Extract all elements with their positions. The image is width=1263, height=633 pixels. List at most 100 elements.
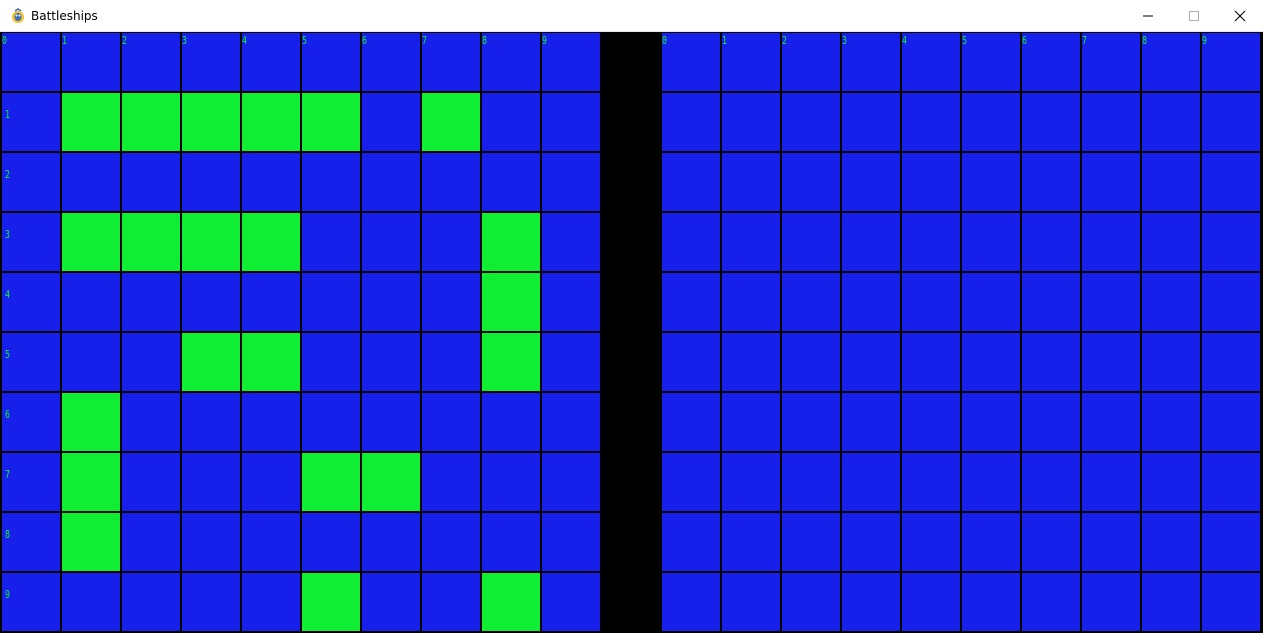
water-cell[interactable] bbox=[662, 273, 720, 331]
water-cell[interactable] bbox=[1142, 33, 1200, 91]
water-cell[interactable] bbox=[782, 453, 840, 511]
water-cell[interactable] bbox=[962, 273, 1020, 331]
water-cell[interactable] bbox=[962, 93, 1020, 151]
water-cell[interactable] bbox=[962, 33, 1020, 91]
water-cell[interactable] bbox=[1142, 393, 1200, 451]
water-cell[interactable] bbox=[1082, 273, 1140, 331]
water-cell[interactable] bbox=[662, 153, 720, 211]
water-cell[interactable] bbox=[962, 213, 1020, 271]
water-cell[interactable] bbox=[1082, 33, 1140, 91]
water-cell[interactable] bbox=[1082, 213, 1140, 271]
water-cell[interactable] bbox=[722, 33, 780, 91]
water-cell[interactable] bbox=[782, 573, 840, 631]
water-cell[interactable] bbox=[1202, 273, 1260, 331]
maximize-button[interactable] bbox=[1171, 0, 1217, 32]
water-cell[interactable] bbox=[842, 153, 900, 211]
water-cell[interactable] bbox=[662, 33, 720, 91]
water-cell[interactable] bbox=[722, 573, 780, 631]
water-cell[interactable] bbox=[842, 573, 900, 631]
water-cell[interactable] bbox=[1022, 93, 1080, 151]
water-cell[interactable] bbox=[1202, 513, 1260, 571]
water-cell[interactable] bbox=[722, 213, 780, 271]
water-cell[interactable] bbox=[1022, 273, 1080, 331]
water-cell[interactable] bbox=[902, 333, 960, 391]
water-cell[interactable] bbox=[1022, 213, 1080, 271]
water-cell[interactable] bbox=[1202, 213, 1260, 271]
water-cell[interactable] bbox=[782, 33, 840, 91]
water-cell[interactable] bbox=[842, 93, 900, 151]
water-cell[interactable] bbox=[782, 213, 840, 271]
water-cell[interactable] bbox=[842, 513, 900, 571]
water-cell[interactable] bbox=[1202, 33, 1260, 91]
water-cell[interactable] bbox=[782, 273, 840, 331]
water-cell[interactable] bbox=[1202, 453, 1260, 511]
water-cell[interactable] bbox=[962, 513, 1020, 571]
water-cell[interactable] bbox=[1022, 393, 1080, 451]
water-cell[interactable] bbox=[842, 273, 900, 331]
water-cell[interactable] bbox=[1202, 333, 1260, 391]
water-cell[interactable] bbox=[1142, 273, 1200, 331]
enemy-board[interactable]: 0123456789 bbox=[661, 32, 1262, 633]
water-cell[interactable] bbox=[902, 453, 960, 511]
water-cell[interactable] bbox=[1142, 213, 1200, 271]
water-cell[interactable] bbox=[902, 33, 960, 91]
water-cell[interactable] bbox=[1142, 93, 1200, 151]
water-cell[interactable] bbox=[1142, 333, 1200, 391]
water-cell[interactable] bbox=[902, 93, 960, 151]
water-cell[interactable] bbox=[1082, 513, 1140, 571]
water-cell[interactable] bbox=[1022, 453, 1080, 511]
water-cell[interactable] bbox=[722, 453, 780, 511]
water-cell[interactable] bbox=[722, 393, 780, 451]
water-cell[interactable] bbox=[722, 333, 780, 391]
game-canvas[interactable]: 0123456789123456789 0123456789 bbox=[0, 32, 1263, 633]
water-cell[interactable] bbox=[1022, 513, 1080, 571]
water-cell[interactable] bbox=[842, 393, 900, 451]
water-cell[interactable] bbox=[662, 93, 720, 151]
water-cell[interactable] bbox=[962, 393, 1020, 451]
water-cell[interactable] bbox=[902, 213, 960, 271]
close-button[interactable] bbox=[1217, 0, 1263, 32]
water-cell[interactable] bbox=[782, 393, 840, 451]
water-cell[interactable] bbox=[1142, 153, 1200, 211]
water-cell[interactable] bbox=[962, 573, 1020, 631]
water-cell[interactable] bbox=[902, 153, 960, 211]
water-cell[interactable] bbox=[902, 513, 960, 571]
water-cell[interactable] bbox=[1022, 573, 1080, 631]
water-cell[interactable] bbox=[1082, 453, 1140, 511]
water-cell[interactable] bbox=[722, 513, 780, 571]
water-cell[interactable] bbox=[722, 93, 780, 151]
water-cell[interactable] bbox=[662, 213, 720, 271]
water-cell[interactable] bbox=[1142, 573, 1200, 631]
water-cell[interactable] bbox=[902, 573, 960, 631]
water-cell[interactable] bbox=[842, 453, 900, 511]
water-cell[interactable] bbox=[1202, 93, 1260, 151]
water-cell[interactable] bbox=[962, 333, 1020, 391]
water-cell[interactable] bbox=[662, 453, 720, 511]
water-cell[interactable] bbox=[902, 273, 960, 331]
water-cell[interactable] bbox=[842, 33, 900, 91]
title-bar[interactable]: Battleships bbox=[0, 0, 1263, 32]
water-cell[interactable] bbox=[1202, 573, 1260, 631]
water-cell[interactable] bbox=[1082, 393, 1140, 451]
water-cell[interactable] bbox=[782, 333, 840, 391]
water-cell[interactable] bbox=[1142, 513, 1200, 571]
water-cell[interactable] bbox=[1202, 393, 1260, 451]
minimize-button[interactable] bbox=[1125, 0, 1171, 32]
water-cell[interactable] bbox=[962, 153, 1020, 211]
water-cell[interactable] bbox=[902, 393, 960, 451]
water-cell[interactable] bbox=[1022, 153, 1080, 211]
water-cell[interactable] bbox=[962, 453, 1020, 511]
water-cell[interactable] bbox=[662, 393, 720, 451]
water-cell[interactable] bbox=[662, 333, 720, 391]
water-cell[interactable] bbox=[842, 333, 900, 391]
water-cell[interactable] bbox=[662, 513, 720, 571]
water-cell[interactable] bbox=[722, 153, 780, 211]
water-cell[interactable] bbox=[1022, 333, 1080, 391]
water-cell[interactable] bbox=[1202, 153, 1260, 211]
water-cell[interactable] bbox=[1082, 333, 1140, 391]
water-cell[interactable] bbox=[782, 93, 840, 151]
water-cell[interactable] bbox=[842, 213, 900, 271]
water-cell[interactable] bbox=[1082, 153, 1140, 211]
water-cell[interactable] bbox=[1082, 93, 1140, 151]
water-cell[interactable] bbox=[1022, 33, 1080, 91]
